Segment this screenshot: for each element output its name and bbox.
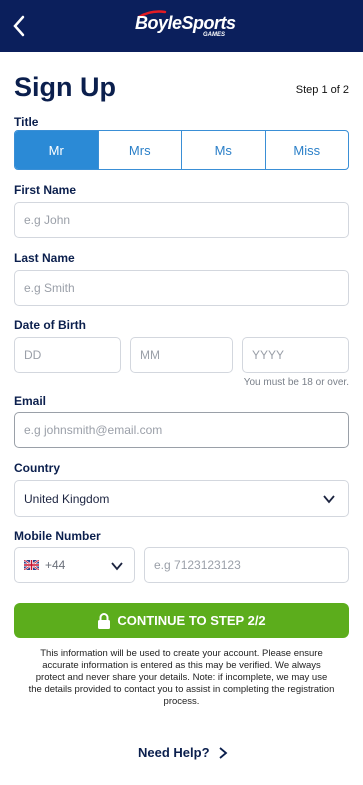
uk-flag-icon [24, 560, 39, 570]
last-name-label: Last Name [14, 251, 75, 265]
title-option-mrs[interactable]: Mrs [99, 131, 182, 169]
age-hint: You must be 18 or over. [243, 377, 349, 388]
first-name-label: First Name [14, 183, 77, 197]
need-help-label: Need Help? [138, 745, 210, 760]
logo-subtext: GAMES [203, 32, 226, 38]
step-indicator: Step 1 of 2 [295, 84, 349, 96]
dob-year-placeholder: YYYY [252, 348, 285, 362]
dob-day-field[interactable]: DD [14, 337, 121, 373]
chevron-right-icon [218, 746, 227, 759]
first-name-field[interactable]: e.g John [14, 202, 349, 238]
email-label: Email [14, 394, 47, 408]
logo-text: BoyleSports [135, 13, 236, 33]
email-field[interactable]: e.g johnsmith@email.com [14, 412, 349, 448]
mobile-label: Mobile Number [14, 529, 101, 543]
back-button[interactable] [8, 12, 32, 40]
need-help-link[interactable]: Need Help? [138, 745, 228, 760]
privacy-notice: This information will be used to create … [28, 648, 335, 707]
lock-icon [98, 612, 111, 629]
mobile-number-field[interactable]: e.g 7123123123 [144, 547, 349, 583]
last-name-placeholder: e.g Smith [24, 281, 75, 295]
country-code-select[interactable]: +44 [14, 547, 135, 583]
mobile-number-placeholder: e.g 7123123123 [154, 558, 241, 572]
country-select[interactable]: United Kingdom [14, 480, 349, 517]
page-title: Sign Up [14, 72, 116, 102]
title-option-mr[interactable]: Mr [15, 131, 99, 169]
title-label: Title [14, 115, 39, 129]
continue-button-label: CONTINUE TO STEP 2/2 [117, 613, 266, 628]
country-value: United Kingdom [24, 491, 110, 506]
country-label: Country [14, 461, 60, 475]
dob-label: Date of Birth [14, 318, 86, 332]
dob-year-field[interactable]: YYYY [242, 337, 349, 373]
title-option-miss[interactable]: Miss [266, 131, 349, 169]
brand-logo[interactable]: BoyleSports GAMES [135, 10, 236, 42]
continue-button[interactable]: CONTINUE TO STEP 2/2 [14, 603, 349, 638]
dob-month-field[interactable]: MM [130, 337, 233, 373]
chevron-down-icon [111, 562, 123, 571]
dob-day-placeholder: DD [24, 348, 42, 362]
title-option-ms[interactable]: Ms [182, 131, 266, 169]
email-placeholder: e.g johnsmith@email.com [24, 423, 163, 437]
app-header: BoyleSports GAMES [0, 0, 363, 52]
title-selector: Mr Mrs Ms Miss [14, 130, 349, 170]
chevron-down-icon [323, 495, 335, 504]
dob-month-placeholder: MM [140, 348, 160, 362]
last-name-field[interactable]: e.g Smith [14, 270, 349, 306]
first-name-placeholder: e.g John [24, 213, 71, 227]
country-code-value: +44 [45, 558, 66, 572]
chevron-left-icon [13, 15, 25, 37]
